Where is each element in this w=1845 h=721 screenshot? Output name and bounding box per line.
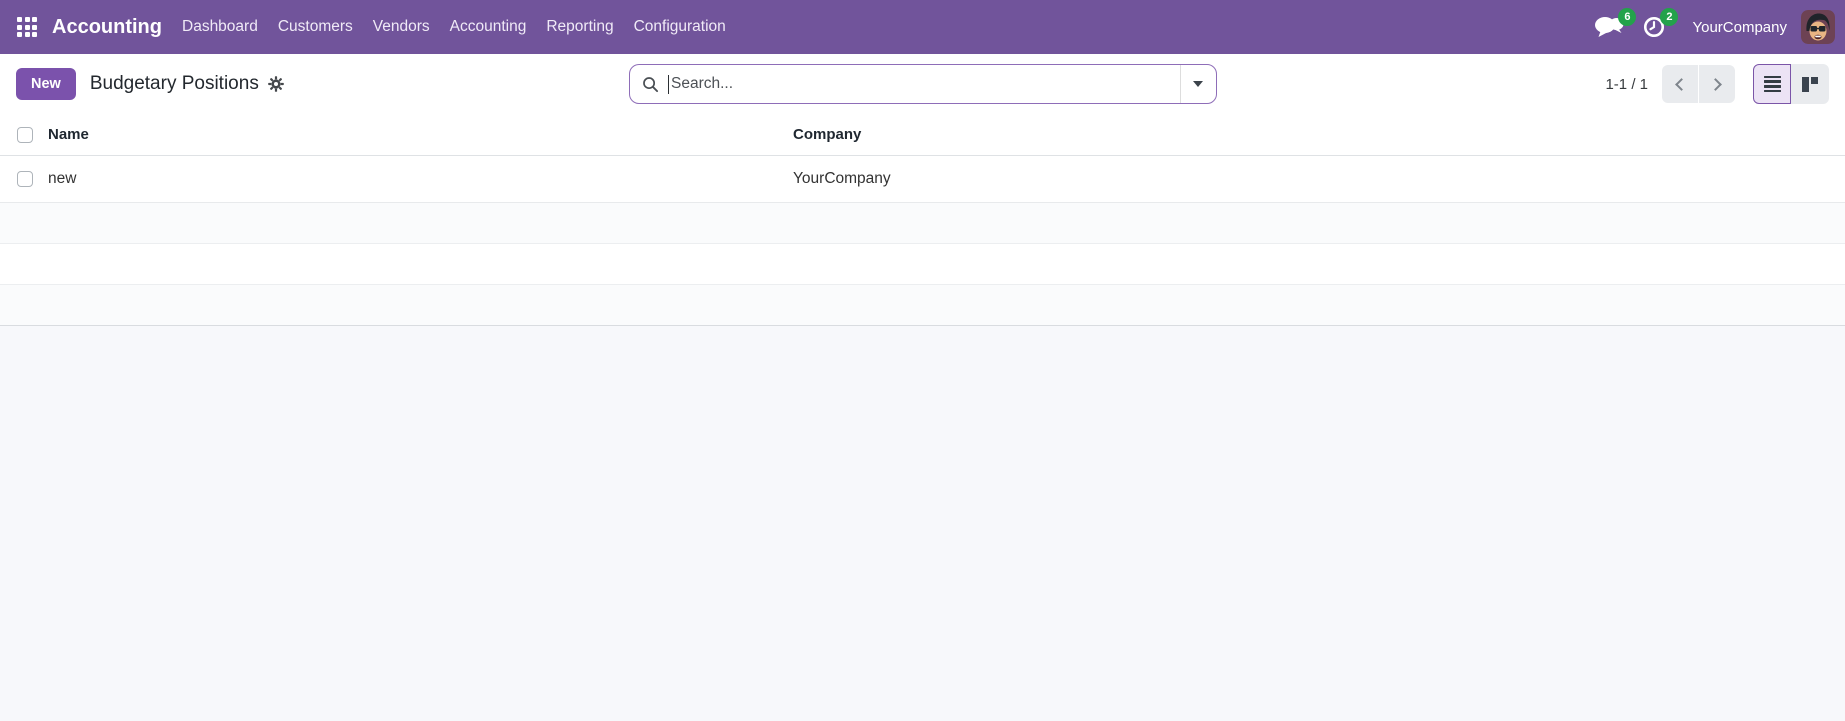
user-avatar[interactable]: [1801, 10, 1835, 44]
pager-next-button[interactable]: [1699, 65, 1735, 103]
column-header-name[interactable]: Name: [40, 126, 785, 143]
menu-item-reporting[interactable]: Reporting: [536, 0, 623, 54]
menu-item-accounting[interactable]: Accounting: [440, 0, 537, 54]
menu-item-dashboard[interactable]: Dashboard: [172, 0, 268, 54]
budgetary-positions-list: Name Company new YourCompany: [0, 114, 1845, 326]
new-button[interactable]: New: [16, 68, 76, 100]
view-switcher-list-button[interactable]: [1753, 64, 1791, 104]
view-switcher: [1753, 64, 1829, 104]
select-all-checkbox[interactable]: [17, 127, 33, 143]
cell-company: YourCompany: [785, 170, 1845, 188]
search-input[interactable]: [669, 75, 1180, 93]
empty-row: [0, 244, 1845, 285]
gear-icon: [268, 76, 284, 92]
pager-previous-button[interactable]: [1662, 65, 1698, 103]
systray: 6 2 YourCompany: [1594, 10, 1835, 44]
kanban-view-icon: [1802, 77, 1818, 92]
empty-row: [0, 203, 1845, 244]
pager-range[interactable]: 1-1 / 1: [1605, 76, 1648, 93]
action-menu-button[interactable]: [268, 76, 284, 92]
app-brand[interactable]: Accounting: [52, 16, 162, 39]
caret-down-icon: [1193, 81, 1203, 87]
activities-button[interactable]: 2: [1642, 15, 1666, 39]
empty-row: [0, 285, 1845, 326]
list-header-row: Name Company: [0, 114, 1845, 156]
cell-name: new: [40, 170, 785, 188]
menu-item-vendors[interactable]: Vendors: [363, 0, 440, 54]
navbar: Accounting Dashboard Customers Vendors A…: [0, 0, 1845, 54]
control-panel: New Budgetary Positions: [0, 54, 1845, 114]
messages-badge: 6: [1618, 8, 1636, 26]
main-menu: Dashboard Customers Vendors Accounting R…: [172, 0, 736, 54]
search-icon: [642, 76, 659, 93]
company-switcher[interactable]: YourCompany: [1692, 19, 1787, 36]
chevron-left-icon: [1675, 78, 1688, 91]
search-bar: [629, 64, 1217, 104]
menu-item-customers[interactable]: Customers: [268, 0, 363, 54]
activities-badge: 2: [1660, 8, 1678, 26]
list-view-icon: [1764, 76, 1781, 93]
view-switcher-kanban-button[interactable]: [1791, 64, 1829, 104]
messages-button[interactable]: 6: [1594, 15, 1624, 39]
apps-menu-button[interactable]: [8, 8, 46, 46]
table-row[interactable]: new YourCompany: [0, 156, 1845, 203]
content-background: [0, 326, 1845, 721]
control-panel-right: 1-1 / 1: [1605, 64, 1829, 104]
menu-item-configuration[interactable]: Configuration: [624, 0, 736, 54]
chevron-right-icon: [1709, 78, 1722, 91]
pager: [1662, 65, 1735, 103]
apps-grid-icon: [17, 17, 37, 37]
row-checkbox[interactable]: [17, 171, 33, 187]
search-options-toggle[interactable]: [1180, 65, 1216, 103]
breadcrumb-title: Budgetary Positions: [90, 73, 259, 95]
column-header-company[interactable]: Company: [785, 126, 1845, 143]
